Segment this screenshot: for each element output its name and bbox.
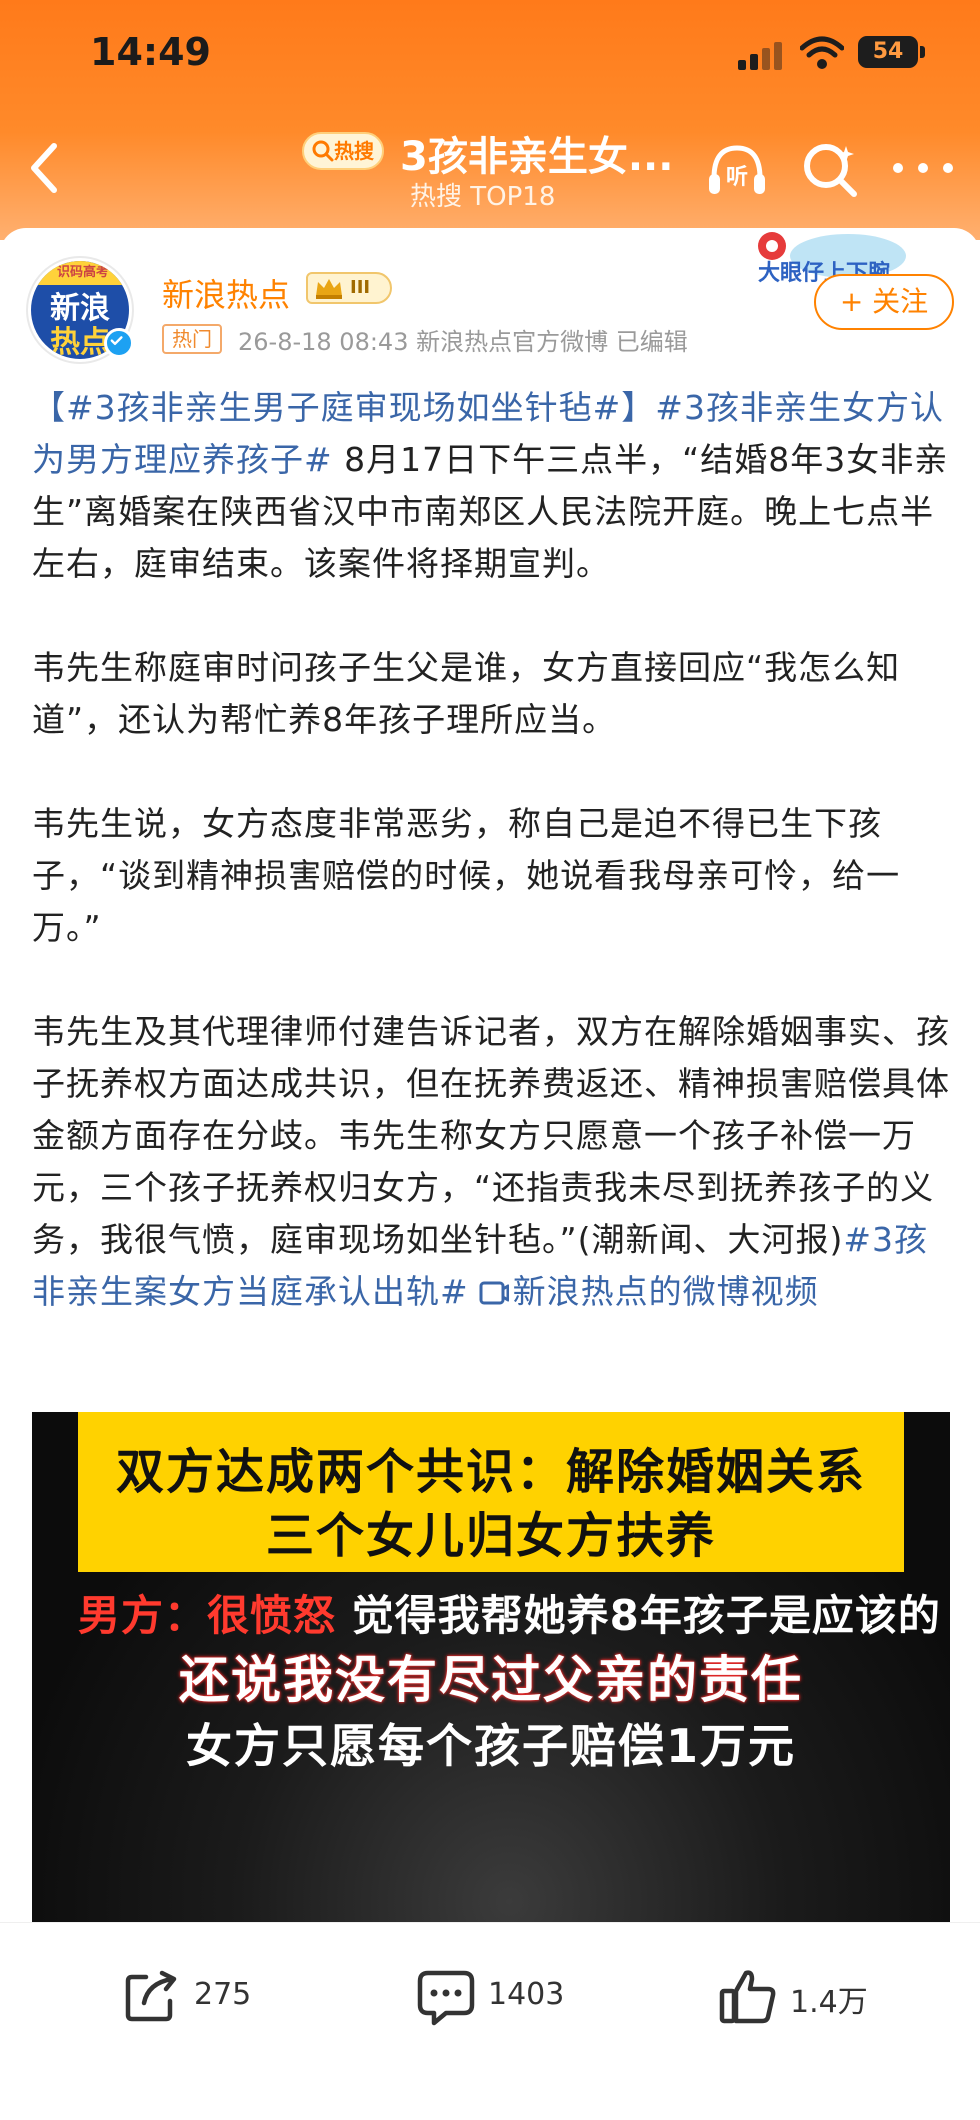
action-bar: 275 1403 1.4万 (0, 1922, 980, 2120)
member-rank-label: III (350, 277, 371, 298)
top-header: 14:49 54 热搜 3孩非亲生女... 热搜 TOP18 听 (0, 0, 980, 240)
topic-link[interactable]: 【#3孩非亲生男子庭审现场如坐针毡#】 (32, 388, 655, 427)
avatar-ribbon: 识码高考 (31, 261, 129, 285)
comment-icon (417, 1970, 475, 2026)
hot-post-tag: 热门 (162, 324, 222, 354)
crown-icon (316, 279, 342, 299)
follow-button[interactable]: + 关注 (814, 274, 954, 330)
wifi-icon (800, 36, 844, 69)
page-title: 3孩非亲生女... (400, 134, 674, 180)
cellular-signal-icon (738, 42, 782, 70)
like-button[interactable]: 1.4万 (718, 1967, 888, 2031)
video-caption-line3: 男方：很愤怒 觉得我帮她养8年孩子是应该的 (78, 1582, 940, 1643)
more-icon[interactable] (888, 158, 958, 178)
member-rank-badge: III (306, 272, 392, 304)
post-paragraph-4: 韦先生及其代理律师付建告诉记者，双方在解除婚姻事实、孩子抚养权方面达成共识，但在… (32, 1006, 950, 1318)
status-time: 14:49 (90, 30, 211, 74)
hot-search-badge[interactable]: 热搜 (302, 132, 384, 170)
video-caption-speaker: 男方： (78, 1591, 208, 1640)
video-link[interactable]: 新浪热点的微博视频 (513, 1272, 819, 1311)
battery-icon: 54 (858, 36, 925, 68)
post-paragraph-1: 【#3孩非亲生男子庭审现场如坐针毡#】#3孩非亲生女方认为男方理应养孩子# 8月… (32, 382, 950, 590)
listen-icon[interactable]: 听 (706, 140, 768, 202)
video-caption-line5: 女方只愿每个孩子赔偿1万元 (185, 1719, 796, 1773)
post-text: 韦先生及其代理律师付建告诉记者，双方在解除婚姻事实、孩子抚养权方面达成共识，但在… (32, 1012, 950, 1259)
post-body: 【#3孩非亲生男子庭审现场如坐针毡#】#3孩非亲生女方认为男方理应养孩子# 8月… (32, 382, 950, 1370)
comment-count: 1403 (488, 1977, 565, 2012)
author-name[interactable]: 新浪热点 (162, 270, 290, 316)
comment-button[interactable]: 1403 (416, 1967, 596, 2031)
video-caption-rest: 觉得我帮她养8年孩子是应该的 (336, 1591, 941, 1640)
video-play-icon (479, 1281, 509, 1305)
post-meta: 26-8-18 08:43 新浪热点官方微博 已编辑 (238, 328, 688, 356)
repost-button[interactable]: 275 (122, 1967, 282, 2031)
video-player[interactable]: 双方达成两个共识：解除婚姻关系 三个女儿归女方扶养 男方：很愤怒 觉得我帮她养8… (32, 1412, 950, 1922)
post-paragraph-3: 韦先生说，女方态度非常恶劣，称自己是迫不得已生下孩子，“谈到精神损害赔偿的时候，… (32, 804, 901, 947)
verified-icon (104, 328, 134, 358)
like-count: 1.4万 (790, 1985, 868, 2020)
video-caption-emphasis: 很愤怒 (207, 1591, 337, 1640)
video-caption-line2: 三个女儿归女方扶养 (265, 1508, 716, 1564)
page-subtitle: 热搜 TOP18 (410, 182, 556, 212)
listen-label: 听 (726, 165, 748, 190)
hot-search-icon (312, 140, 334, 162)
like-icon (719, 1970, 776, 2024)
repost-count: 275 (194, 1977, 252, 2012)
post-paragraph-2: 韦先生称庭审时问孩子生父是谁，女方直接回应“我怎么知道”，还认为帮忙养8年孩子理… (32, 648, 901, 739)
video-caption-line4: 还说我没有尽过父亲的责任 (179, 1651, 803, 1709)
video-caption-banner: 双方达成两个共识：解除婚姻关系 三个女儿归女方扶养 (78, 1412, 904, 1572)
search-icon[interactable] (800, 140, 860, 200)
back-icon[interactable] (24, 140, 64, 196)
repost-icon (125, 1970, 177, 2022)
hot-search-badge-label: 热搜 (334, 139, 374, 163)
video-caption-line1: 双方达成两个共识：解除婚姻关系 (115, 1444, 866, 1500)
